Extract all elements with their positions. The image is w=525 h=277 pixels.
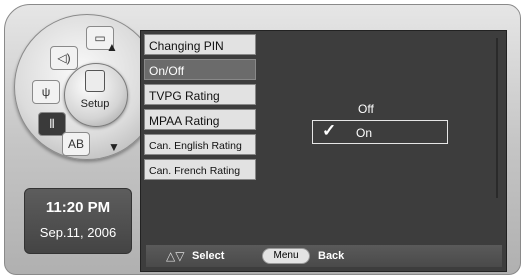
input-icon[interactable]: ⫴ (38, 112, 66, 136)
down-arrow-icon[interactable]: ▼ (108, 140, 120, 154)
sound-icon[interactable]: ◁) (50, 46, 78, 70)
menu-item-mpaa-rating[interactable]: MPAA Rating (144, 109, 256, 130)
option-off[interactable]: Off (358, 102, 374, 116)
clock-display: 11:20 PM Sep.11, 2006 (24, 188, 132, 254)
menu-item-tvpg-rating[interactable]: TVPG Rating (144, 84, 256, 105)
footer-bar: △▽ Select Menu Back (146, 245, 502, 267)
menu-item-on-off[interactable]: On/Off (144, 59, 256, 80)
up-arrow-icon[interactable]: ▲ (106, 40, 118, 54)
menu-button[interactable]: Menu (262, 248, 310, 264)
clock-date: Sep.11, 2006 (39, 225, 117, 240)
menu-item-can-french-rating[interactable]: Can. French Rating (144, 159, 256, 180)
option-on[interactable]: On (356, 126, 372, 140)
clock-time: 11:20 PM (45, 199, 111, 216)
ab-language-icon[interactable]: AB (62, 132, 90, 156)
select-label: Select (192, 250, 225, 262)
checkmark-icon: ✓ (322, 121, 337, 140)
setup-label: Setup (80, 98, 110, 110)
antenna-icon[interactable]: ψ (32, 80, 60, 104)
up-down-arrow-icon: △▽ (166, 249, 185, 263)
setup-icon (85, 70, 105, 92)
back-label: Back (318, 250, 345, 262)
menu-item-can-english-rating[interactable]: Can. English Rating (144, 134, 256, 155)
menu-item-changing-pin[interactable]: Changing PIN (144, 34, 256, 55)
panel-divider (496, 38, 498, 198)
